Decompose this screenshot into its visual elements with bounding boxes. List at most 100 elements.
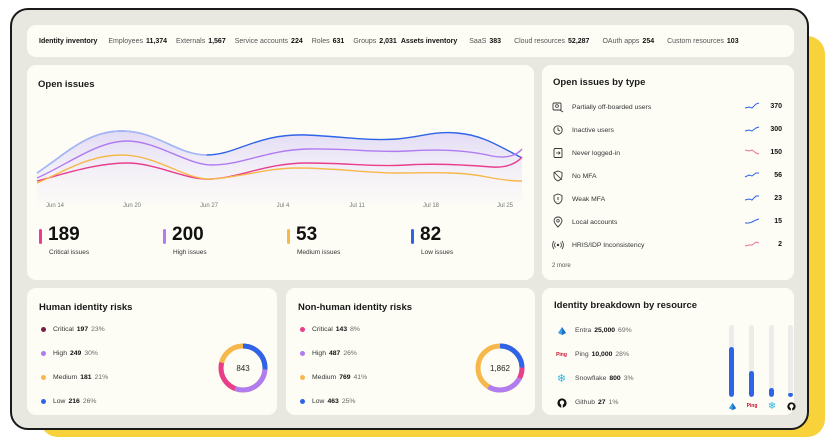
- snowflake-icon: ❄: [556, 373, 567, 385]
- risk-row-low[interactable]: Low 216 26%: [41, 398, 96, 405]
- issue-type-label: No MFA: [572, 173, 597, 180]
- nonhuman-risks-card: Non-human identity risks Critical 143 8% H…: [286, 288, 535, 415]
- low-count: 82: [420, 224, 442, 245]
- identity-inventory-title: Identity inventory: [39, 37, 98, 45]
- x-tick-label: Jul 11: [349, 203, 365, 209]
- medium-dot: [41, 374, 46, 380]
- medium-indicator: [287, 229, 290, 244]
- entra-bar: [729, 325, 734, 397]
- asset-item-custom-resources[interactable]: Custom resources 103: [667, 38, 738, 45]
- high-dot: [300, 350, 305, 356]
- trend-up-icon: [744, 172, 759, 178]
- issue-type-row[interactable]: No MFA 56: [552, 170, 782, 184]
- resource-row-entra[interactable]: Entra 25,000 69%: [556, 325, 632, 336]
- nonhuman-risks-title: Non-human identity risks: [298, 302, 413, 313]
- entra-icon: [726, 401, 738, 411]
- issue-type-count: 2: [778, 241, 782, 248]
- risk-row-medium[interactable]: Medium 181 21%: [41, 374, 108, 381]
- dashboard-frame: Identity inventory Employees 11,374 Exter…: [10, 8, 809, 430]
- critical-dot: [300, 326, 305, 332]
- user-off-icon: [552, 102, 564, 113]
- more-link[interactable]: 2 more: [552, 263, 571, 269]
- inventory-item-employees[interactable]: Employees 11,374: [108, 38, 167, 45]
- issue-type-label: HRIS/IDP Inconsistency: [572, 242, 645, 249]
- issue-type-label: Never logged-in: [572, 150, 620, 157]
- github-icon: [556, 397, 567, 408]
- high-count: 200: [172, 224, 204, 245]
- x-tick-label: Jun 14: [45, 203, 65, 209]
- inventory-item-groups[interactable]: Groups 2,031: [353, 38, 397, 45]
- risk-row-low[interactable]: Low 463 25%: [300, 398, 355, 405]
- inventory-item-roles[interactable]: Roles 631: [312, 38, 345, 45]
- broadcast-icon: [552, 240, 564, 250]
- ping-icon: Ping: [556, 351, 567, 358]
- issue-type-count: 56: [774, 172, 782, 179]
- issue-type-row[interactable]: Inactive users 300: [552, 124, 782, 138]
- risk-row-high[interactable]: High 249 30%: [41, 350, 98, 357]
- x-tick-label: Jul 25: [496, 203, 514, 209]
- issue-type-row[interactable]: Local accounts 15: [552, 216, 782, 230]
- x-tick-label: Jun 27: [199, 203, 219, 209]
- medium-dot: [300, 374, 305, 380]
- high-indicator: [163, 229, 166, 244]
- inventory-item-service-accounts[interactable]: Service accounts 224: [235, 38, 303, 45]
- trend-up-icon: [744, 102, 760, 109]
- low-label: Low issues: [421, 249, 454, 256]
- login-icon: [553, 148, 563, 158]
- issue-type-row[interactable]: Weak MFA 23: [552, 193, 782, 207]
- trend-up-icon: [744, 195, 759, 201]
- low-indicator: [411, 229, 414, 244]
- ping-icon: Ping: [746, 403, 758, 409]
- low-dot: [41, 398, 46, 404]
- nonhuman-risk-donut: 1,862: [474, 342, 526, 394]
- github-bar-fill: [788, 392, 793, 397]
- issue-type-row[interactable]: HRIS/IDP Inconsistency 2: [552, 239, 782, 253]
- high-label: High issues: [173, 249, 207, 256]
- human-risk-donut: 843: [217, 342, 269, 394]
- snowflake-bar: [769, 325, 774, 397]
- issue-type-count: 370: [770, 103, 782, 110]
- snowflake-bar-fill: [769, 388, 774, 397]
- medium-count: 53: [296, 224, 318, 245]
- issue-type-row[interactable]: Never logged-in 150: [552, 147, 782, 161]
- x-tick-label: Jun 20: [122, 203, 142, 209]
- critical-indicator: [39, 229, 42, 244]
- risk-row-critical[interactable]: Critical 197 23%: [41, 326, 105, 333]
- issue-type-row[interactable]: Partially off-boarded users 370: [552, 101, 782, 115]
- asset-item-cloud-resources[interactable]: Cloud resources 52,287: [514, 38, 589, 45]
- inventory-bar: Identity inventory Employees 11,374 Exter…: [27, 25, 794, 57]
- resource-row-snowflake[interactable]: ❄ Snowflake 800 3%: [556, 373, 634, 385]
- risk-row-critical[interactable]: Critical 143 8%: [300, 326, 360, 333]
- chart-x-axis: Jun 14 Jun 20 Jun 27 Jul 4 Jul 11 Jul 18…: [27, 203, 534, 213]
- x-tick-label: Jul 4: [276, 203, 290, 209]
- resource-row-github[interactable]: Github 27 1%: [556, 397, 618, 408]
- donut-total: 1,862: [489, 363, 511, 373]
- user-clock-icon: [553, 125, 563, 135]
- assets-inventory-title: Assets inventory: [400, 37, 458, 45]
- risk-row-medium[interactable]: Medium 769 41%: [300, 374, 367, 381]
- medium-label: Medium issues: [297, 249, 341, 256]
- issue-type-count: 23: [774, 195, 782, 202]
- breakdown-title: Identity breakdown by resource: [554, 300, 698, 311]
- asset-item-oauth-apps[interactable]: OAuth apps 254: [602, 38, 654, 45]
- open-issues-card: Open issues Jun 14 Jun 20 Jun 27 Jul 4 J…: [27, 65, 534, 280]
- trend-up-icon: [745, 218, 760, 224]
- donut-total: 843: [236, 363, 250, 373]
- low-dot: [300, 398, 305, 404]
- breakdown-card: Identity breakdown by resource Entra 25,0…: [542, 288, 797, 415]
- risk-row-high[interactable]: High 487 26%: [300, 350, 357, 357]
- human-risks-card: Human identity risks Critical 197 23% High…: [27, 288, 277, 415]
- github-icon: [785, 401, 797, 411]
- resource-row-ping[interactable]: Ping Ping 10,000 28%: [556, 349, 629, 360]
- ping-bar-fill: [749, 371, 754, 397]
- asset-item-saas[interactable]: SaaS 383: [469, 38, 501, 45]
- low-area: [37, 131, 522, 203]
- issues-by-type-card: Open issues by type Partially off-boarde…: [542, 65, 794, 280]
- inventory-item-externals[interactable]: Externals 1,567: [176, 38, 226, 45]
- entra-bar-fill: [729, 347, 734, 397]
- high-dot: [41, 350, 46, 356]
- open-issues-title: Open issues: [38, 79, 95, 90]
- github-bar: [788, 325, 793, 397]
- issue-stats: 189 Critical issues 200 High issues 53 M…: [39, 224, 519, 265]
- issue-type-count: 150: [770, 149, 782, 156]
